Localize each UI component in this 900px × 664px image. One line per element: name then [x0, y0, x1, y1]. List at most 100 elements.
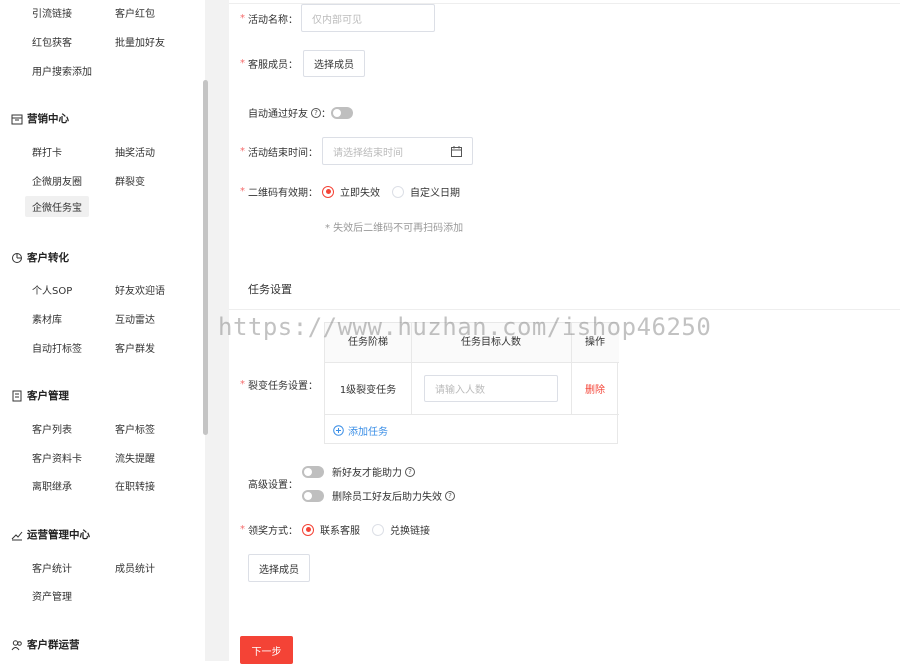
users-icon — [11, 639, 22, 650]
auto-accept-row: 自动通过好友 ? ： — [248, 105, 353, 120]
sidebar-item-resign-inherit[interactable]: 离职继承 — [32, 478, 72, 493]
new-friends-only-toggle[interactable] — [302, 465, 324, 478]
auto-accept-toggle[interactable] — [331, 106, 353, 119]
activity-name-row: * 活动名称： 仅内部可见 — [240, 4, 435, 32]
required-mark: * — [240, 145, 245, 157]
sidebar-item-material-library[interactable]: 素材库 — [32, 311, 62, 326]
section-marketing-center[interactable]: 营销中心 — [11, 111, 69, 126]
sidebar: 引流链接 客户红包 红包获客 批量加好友 用户搜索添加 营销中心 群打卡 抽奖活… — [0, 0, 205, 661]
plus-circle-icon — [333, 425, 344, 436]
add-task-label: 添加任务 — [348, 427, 388, 438]
sidebar-item-group-broadcast[interactable]: 客户群发 — [115, 340, 155, 355]
required-mark: * — [240, 379, 245, 390]
custom-date-label[interactable]: 自定义日期 — [410, 184, 460, 199]
fission-task-label: 裂变任务设置： — [248, 381, 318, 392]
calendar-icon — [11, 114, 23, 124]
sidebar-item-redpacket-acquire[interactable]: 红包获客 — [32, 34, 72, 49]
help-icon[interactable]: ? — [311, 107, 321, 118]
section-title-label: 客户管理 — [27, 390, 69, 402]
help-icon[interactable]: ? — [405, 466, 415, 477]
sidebar-item-group-checkin[interactable]: 群打卡 — [32, 144, 62, 159]
select-member-button[interactable]: 选择成员 — [303, 50, 365, 77]
sidebar-item-interaction-radar[interactable]: 互动雷达 — [115, 311, 155, 326]
reward-method-row: * 领奖方式： 联系客服 兑换链接 — [240, 522, 430, 537]
delete-task-link[interactable]: 删除 — [571, 363, 619, 415]
remove-invalid-label: 删除员工好友后助力失效 — [332, 492, 442, 503]
sidebar-item-customer-tags[interactable]: 客户标签 — [115, 421, 155, 436]
section-customer-management[interactable]: 客户管理 — [11, 388, 69, 403]
required-mark: * — [240, 524, 245, 535]
document-icon — [12, 390, 22, 401]
activity-name-label: 活动名称： — [248, 14, 298, 26]
sidebar-item-welcome-message[interactable]: 好友欢迎语 — [115, 282, 165, 297]
remove-invalid-toggle[interactable] — [302, 489, 324, 502]
radio-immediate-expire[interactable] — [322, 185, 334, 198]
fission-task-row: * 裂变任务设置： — [240, 377, 318, 392]
table-header-action: 操作 — [571, 323, 619, 363]
sidebar-item-bulk-add-friends[interactable]: 批量加好友 — [115, 34, 165, 49]
sidebar-item-referral-link[interactable]: 引流链接 — [32, 5, 72, 20]
sidebar-item-task-treasure[interactable]: 企微任务宝 — [25, 196, 89, 217]
redeem-link-label[interactable]: 兑换链接 — [390, 522, 430, 537]
required-mark: * — [240, 186, 245, 197]
next-step-button[interactable]: 下一步 — [240, 636, 293, 664]
section-customer-conversion[interactable]: 客户转化 — [11, 250, 69, 265]
add-task-button[interactable]: 添加任务 — [333, 423, 388, 438]
advanced-settings-label: 高级设置： — [248, 476, 298, 491]
table-header-target: 任务目标人数 — [411, 323, 571, 363]
contact-service-label[interactable]: 联系客服 — [320, 522, 360, 537]
sidebar-item-lottery[interactable]: 抽奖活动 — [115, 144, 155, 159]
calendar-icon[interactable] — [451, 145, 462, 157]
task-settings-title-text: 任务设置 — [248, 283, 292, 296]
radio-contact-service[interactable] — [302, 523, 314, 536]
radio-redeem-link[interactable] — [372, 523, 384, 536]
required-mark: * — [240, 58, 245, 69]
reward-method-label: 领奖方式： — [248, 526, 298, 537]
end-time-datepicker[interactable]: 请选择结束时间 — [322, 137, 473, 165]
sidebar-item-churn-alert[interactable]: 流失提醒 — [115, 450, 155, 465]
sidebar-item-auto-tagging[interactable]: 自动打标签 — [32, 340, 82, 355]
task-settings-divider — [229, 309, 900, 310]
advanced-option-new-friends: 新好友才能助力 ? — [302, 464, 415, 479]
sidebar-item-customer-stats[interactable]: 客户统计 — [32, 560, 72, 575]
help-icon[interactable]: ? — [445, 490, 455, 501]
sidebar-scrollbar-thumb[interactable] — [203, 80, 208, 435]
sidebar-item-customer-profile-card[interactable]: 客户资料卡 — [32, 450, 82, 465]
qrcode-hint: * 失效后二维码不可再扫码添加 — [325, 219, 463, 234]
sidebar-item-personal-sop[interactable]: 个人SOP — [32, 282, 72, 297]
table-header-stage: 任务阶梯 — [325, 323, 411, 363]
auto-accept-colon: ： — [321, 109, 331, 120]
radio-custom-date[interactable] — [392, 185, 404, 198]
sidebar-item-customer-redpacket[interactable]: 客户红包 — [115, 5, 155, 20]
section-title-label: 客户群运营 — [27, 639, 80, 651]
end-time-label: 活动结束时间： — [248, 147, 318, 159]
new-friends-only-label: 新好友才能助力 — [332, 468, 402, 479]
qrcode-validity-label: 二维码有效期： — [248, 188, 318, 199]
sidebar-item-customer-list[interactable]: 客户列表 — [32, 421, 72, 436]
end-time-placeholder: 请选择结束时间 — [333, 147, 403, 159]
section-title-label: 运营管理中心 — [27, 529, 90, 541]
required-mark: * — [240, 12, 245, 24]
task-settings-title: 任务设置 — [248, 281, 292, 297]
sidebar-item-group-fission[interactable]: 群裂变 — [115, 173, 145, 188]
immediate-expire-label[interactable]: 立即失效 — [340, 184, 380, 199]
sidebar-item-asset-management[interactable]: 资产管理 — [32, 588, 72, 603]
target-count-input[interactable]: 请输入人数 — [424, 375, 558, 402]
advanced-label: 高级设置： — [248, 480, 298, 491]
sidebar-item-member-stats[interactable]: 成员统计 — [115, 560, 155, 575]
sidebar-item-user-search-add[interactable]: 用户搜索添加 — [32, 63, 92, 78]
section-operations-center[interactable]: 运营管理中心 — [11, 527, 90, 542]
advanced-option-remove-invalid: 删除员工好友后助力失效 ? — [302, 488, 455, 503]
content-gap — [219, 0, 229, 661]
sidebar-item-onjob-transfer[interactable]: 在职转接 — [115, 478, 155, 493]
sidebar-item-moments[interactable]: 企微朋友圈 — [32, 173, 82, 188]
table-cell-target: 请输入人数 — [411, 363, 571, 415]
target-count-placeholder: 请输入人数 — [435, 385, 485, 396]
table-cell-stage: 1级裂变任务 — [325, 363, 411, 415]
service-member-label: 客服成员： — [248, 60, 298, 71]
auto-accept-label: 自动通过好友 — [248, 109, 308, 120]
service-member-row: * 客服成员： 选择成员 — [240, 50, 365, 77]
activity-name-input[interactable]: 仅内部可见 — [301, 4, 435, 32]
reward-select-member-button[interactable]: 选择成员 — [248, 554, 310, 582]
section-customer-group-ops[interactable]: 客户群运营 — [11, 637, 80, 652]
